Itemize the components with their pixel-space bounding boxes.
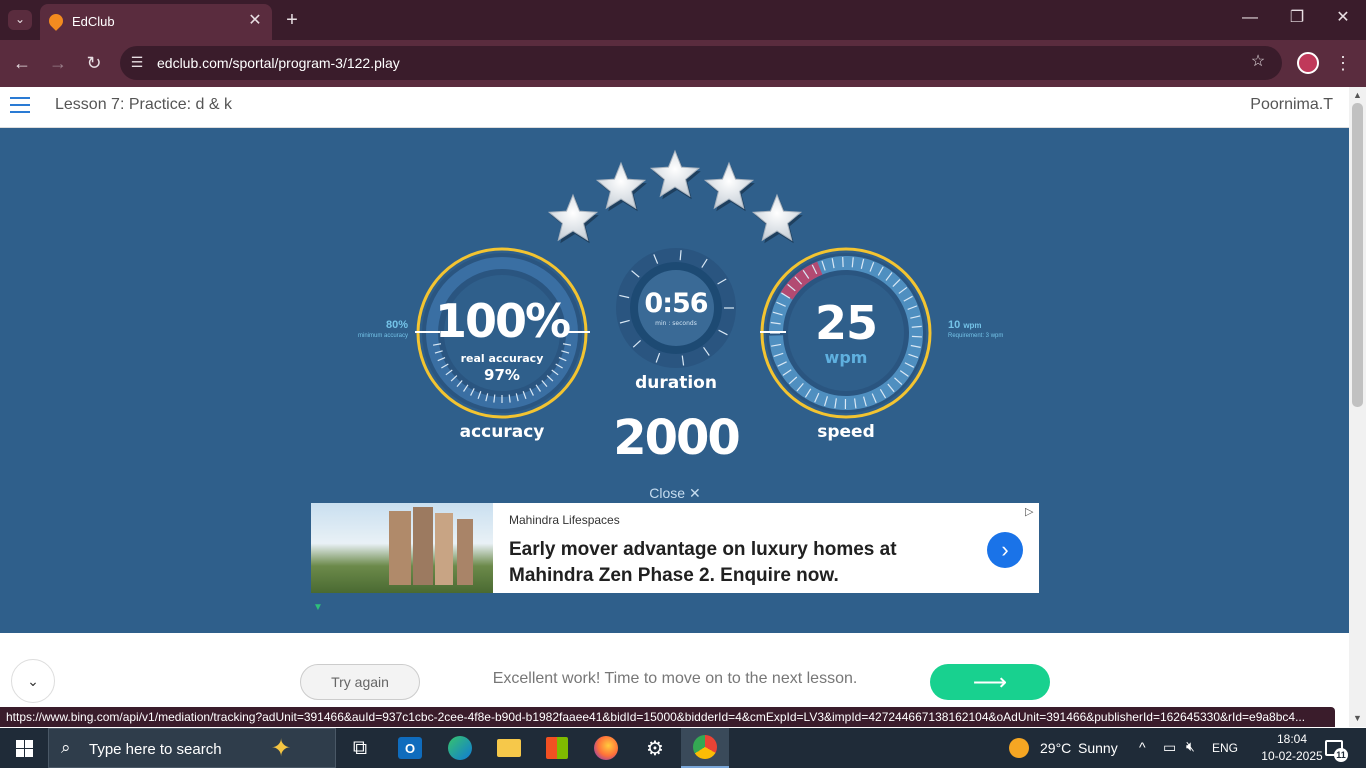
scroll-up-icon[interactable]: ▲ (1353, 90, 1362, 100)
chevron-down-icon[interactable]: ⌄ (11, 659, 55, 703)
results-panel: 100% real accuracy 97% accuracy 80% mini… (0, 128, 1349, 633)
adchoices-icon[interactable]: ▷ (1025, 505, 1033, 518)
outlook-icon[interactable]: O (386, 728, 434, 768)
ad-banner[interactable]: Mahindra Lifespaces Early mover advantag… (311, 503, 1039, 593)
duration-caption: duration (635, 373, 717, 393)
sun-weather-icon[interactable] (1009, 738, 1029, 758)
tab-title: EdClub (72, 14, 115, 29)
speed-unit: wpm (824, 348, 868, 367)
try-again-button[interactable]: Try again (300, 664, 420, 700)
lesson-header: Lesson 7: Practice: d & k Poornima.T (0, 87, 1349, 128)
site-info-icon[interactable]: ☰ (128, 55, 146, 69)
browser-tab-bar: ⌄ EdClub ✕ + — ❐ ✕ (0, 0, 1366, 40)
task-view-icon[interactable]: ⧉ (336, 728, 384, 768)
firefox-icon[interactable] (582, 728, 630, 768)
accuracy-value: 100% (434, 294, 571, 348)
ad-advertiser: Mahindra Lifespaces (509, 513, 620, 527)
minimize-icon[interactable]: — (1240, 10, 1260, 26)
copilot-sparkle-icon[interactable]: ✦ (271, 734, 291, 763)
ad-feedback-icon[interactable]: ▼ (313, 602, 323, 613)
clock-date[interactable]: 10-02-2025 (1254, 749, 1330, 763)
edclub-favicon-icon (46, 11, 66, 31)
page-scrollbar[interactable]: ▲ ▼ (1349, 87, 1366, 727)
bookmark-star-icon[interactable]: ☆ (1248, 54, 1268, 70)
lesson-title: Lesson 7: Practice: d & k (55, 96, 232, 113)
ad-headline-line2[interactable]: Mahindra Zen Phase 2. Enquire now. (509, 565, 839, 587)
ad-chevron-right-icon[interactable]: › (987, 532, 1023, 568)
url-text: edclub.com/sportal/program-3/122.play (157, 55, 400, 71)
min-accuracy-label: minimum accuracy (357, 333, 408, 339)
weather-desc[interactable]: Sunny (1078, 740, 1118, 756)
close-ad-button[interactable]: Close ✕ (640, 485, 710, 502)
edge-icon[interactable] (436, 728, 484, 768)
next-lesson-button[interactable]: ⟶ (930, 664, 1050, 700)
language-indicator[interactable]: ENG (1212, 741, 1238, 755)
feedback-message: Excellent work! Time to move on to the n… (492, 670, 858, 687)
speed-req-number: 10 (948, 319, 961, 331)
profile-avatar[interactable] (1297, 52, 1319, 74)
ad-headline-line1[interactable]: Early mover advantage on luxury homes at (509, 539, 897, 561)
windows-start-icon[interactable] (0, 728, 48, 768)
accuracy-caption: accuracy (459, 422, 545, 442)
speed-value: 25 (814, 296, 878, 350)
speed-req-unit: wpm (963, 321, 982, 330)
active-tab[interactable]: EdClub ✕ (40, 4, 272, 40)
window-close-icon[interactable]: ✕ (1333, 10, 1353, 26)
scroll-down-icon[interactable]: ▼ (1353, 713, 1362, 723)
lesson-footer: ⌄ Try again Excellent work! Time to move… (0, 633, 1349, 707)
score-value: 2000 (613, 410, 741, 466)
rating-stars (547, 149, 803, 244)
menu-kebab-icon[interactable]: ⋮ (1334, 54, 1352, 72)
file-explorer-icon[interactable] (485, 728, 533, 768)
notification-count: 11 (1334, 748, 1348, 762)
search-icon: ⌕ (61, 738, 71, 757)
weather-temp[interactable]: 29°C (1040, 740, 1071, 756)
duration-value: 0:56 (644, 288, 708, 319)
tab-search-icon[interactable]: ⌄ (8, 10, 32, 30)
tray-chevron-up-icon[interactable]: ^ (1139, 739, 1146, 755)
hamburger-menu-icon[interactable] (10, 97, 30, 113)
speed-caption: speed (817, 422, 875, 442)
link-status-bar: https://www.bing.com/api/v1/mediation/tr… (0, 707, 1335, 727)
new-tab-icon[interactable]: + (282, 10, 302, 30)
real-accuracy-value: 97% (484, 366, 520, 384)
restore-icon[interactable]: ❐ (1287, 10, 1307, 26)
back-icon[interactable]: ← (12, 54, 32, 72)
clock-time[interactable]: 18:04 (1262, 732, 1322, 746)
speed-tick (911, 335, 922, 338)
speed-req-value: 10 wpm (948, 319, 982, 331)
speed-req-label: Requirement: 3 wpm (948, 333, 1004, 339)
volume-muted-icon[interactable]: 🔇︎ (1186, 738, 1195, 755)
taskbar-search-box[interactable]: ⌕ Type here to search ✦ (48, 728, 336, 768)
duration-unit: min : seconds (655, 320, 697, 327)
tab-close-icon[interactable]: ✕ (246, 13, 264, 29)
ad-image[interactable] (311, 503, 493, 593)
windows-taskbar: ⌕ Type here to search ✦ ⧉ O ⚙ 29°C Sunny… (0, 728, 1366, 768)
user-name[interactable]: Poornima.T (1250, 96, 1333, 114)
search-placeholder: Type here to search (89, 741, 222, 758)
battery-icon[interactable]: ▭ (1163, 739, 1176, 756)
settings-gear-icon[interactable]: ⚙ (631, 728, 679, 768)
chrome-taskbar-icon[interactable] (681, 728, 729, 768)
store-icon[interactable] (533, 728, 581, 768)
min-accuracy-value: 80% (385, 319, 408, 331)
reload-icon[interactable]: ↻ (84, 54, 104, 72)
url-field[interactable]: ☰ edclub.com/sportal/program-3/122.play … (120, 46, 1282, 80)
arrow-right-icon: ⟶ (972, 668, 1008, 696)
forward-icon[interactable]: → (48, 54, 68, 72)
scrollbar-thumb[interactable] (1352, 103, 1363, 407)
address-bar-row: ← → ↻ ☰ edclub.com/sportal/program-3/122… (0, 40, 1366, 87)
real-accuracy-label: real accuracy (460, 352, 544, 365)
